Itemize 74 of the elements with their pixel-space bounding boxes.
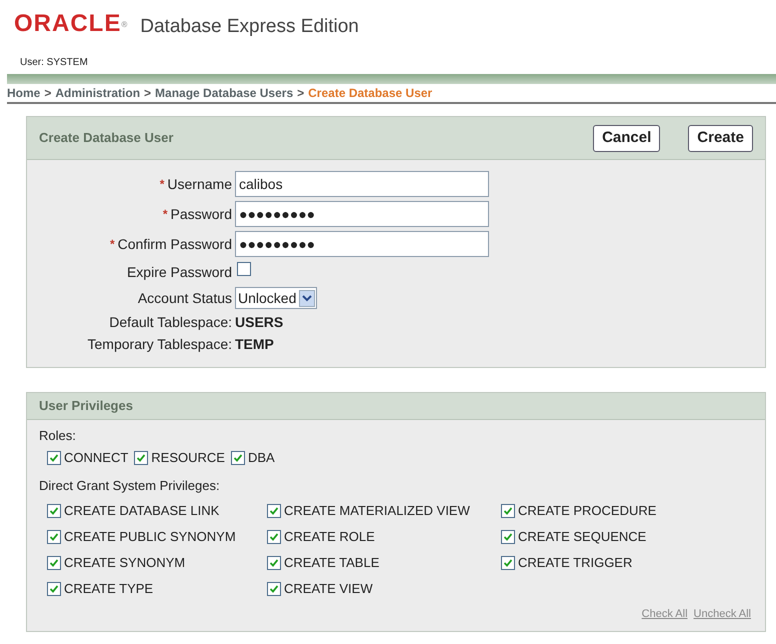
- breadcrumb-link[interactable]: Administration: [55, 84, 140, 102]
- breadcrumb-separator: >: [144, 85, 152, 102]
- field-label: Expire Password: [126, 262, 232, 282]
- input-field[interactable]: calibos: [235, 171, 489, 197]
- field-value: USERS: [235, 312, 284, 332]
- form-button[interactable]: Cancel: [593, 124, 660, 152]
- checkbox-label: CREATE PROCEDURE: [518, 502, 656, 520]
- checkbox-label: CREATE SEQUENCE: [518, 528, 646, 546]
- checkbox-label: CONNECT: [64, 449, 128, 468]
- checkbox-label: CREATE MATERIALIZED VIEW: [284, 502, 470, 520]
- check-icon: [49, 558, 59, 568]
- checkbox[interactable]: [134, 451, 148, 465]
- checkbox[interactable]: [47, 451, 61, 465]
- check-icon: [269, 532, 279, 542]
- check-icon: [49, 453, 59, 463]
- check-icon: [232, 453, 243, 463]
- check-icon: [49, 532, 59, 542]
- panel-title: User Privileges: [39, 397, 133, 416]
- section-label: Roles:: [39, 427, 77, 446]
- field-label: Password: [170, 204, 232, 224]
- field-label: Default Tablespace:: [109, 312, 232, 332]
- breadcrumb-link[interactable]: Manage Database Users: [155, 84, 294, 102]
- check-icon: [503, 532, 513, 542]
- required-mark: *: [110, 236, 115, 253]
- breadcrumb-separator: >: [44, 85, 52, 102]
- logo: ORACLE$^{®}$: [14, 12, 128, 36]
- checkbox-label: CREATE TRIGGER: [518, 554, 632, 572]
- checkbox[interactable]: [47, 530, 61, 544]
- user-label: User: SYSTEM: [19, 56, 89, 70]
- required-mark: *: [160, 176, 164, 193]
- section-label: Direct Grant System Privileges:: [39, 477, 221, 496]
- checkbox-label: CREATE TYPE: [64, 580, 154, 598]
- checkbox-label: RESOURCE: [151, 449, 225, 468]
- checkbox[interactable]: [267, 556, 281, 570]
- check-icon: [136, 453, 146, 463]
- check-icon: [503, 558, 513, 568]
- field-label: Confirm Password: [118, 234, 232, 254]
- checkbox[interactable]: [230, 451, 245, 465]
- checkbox[interactable]: [47, 556, 61, 570]
- form-button[interactable]: Create: [688, 124, 753, 152]
- checkbox-label: CREATE DATABASE LINK: [64, 502, 220, 520]
- input-field[interactable]: ●●●●●●●●●: [235, 231, 489, 257]
- checkbox[interactable]: [501, 530, 515, 544]
- check-icon: [269, 506, 279, 516]
- checkbox[interactable]: [267, 530, 281, 544]
- checkbox-label: CREATE PUBLIC SYNONYM: [64, 528, 236, 546]
- checkbox[interactable]: [47, 504, 61, 518]
- field-value: TEMP: [235, 334, 274, 354]
- checkbox[interactable]: [237, 262, 251, 276]
- status-select[interactable]: Unlocked: [235, 287, 318, 309]
- field-label: Temporary Tablespace:: [88, 334, 232, 354]
- checkbox[interactable]: [47, 582, 61, 596]
- checkbox[interactable]: [501, 556, 515, 570]
- checkbox-label: CREATE ROLE: [284, 528, 375, 546]
- checkbox-label: CREATE SYNONYM: [64, 554, 186, 572]
- field-label: Account Status: [138, 288, 232, 308]
- check-icon: [269, 584, 279, 594]
- check-icon: [269, 558, 279, 568]
- checkbox[interactable]: [267, 504, 281, 518]
- check-icon: [49, 584, 59, 594]
- field-label: Username: [167, 174, 232, 194]
- checkbox-label: CREATE TABLE: [284, 554, 380, 572]
- checkbox-label: CREATE VIEW: [284, 580, 373, 598]
- check-icon: [503, 506, 513, 516]
- checkbox[interactable]: [267, 582, 281, 596]
- checkbox[interactable]: [501, 504, 515, 518]
- panel-title: Create Database User: [39, 129, 174, 148]
- breadcrumb-link[interactable]: Home: [7, 84, 40, 102]
- checkbox-label: DBA: [248, 449, 275, 468]
- check-icon: [49, 506, 59, 516]
- input-field[interactable]: ●●●●●●●●●: [235, 201, 489, 227]
- product-title: Database Express Edition: [140, 17, 359, 36]
- breadcrumb-separator: >: [297, 85, 304, 102]
- required-mark: *: [162, 206, 168, 223]
